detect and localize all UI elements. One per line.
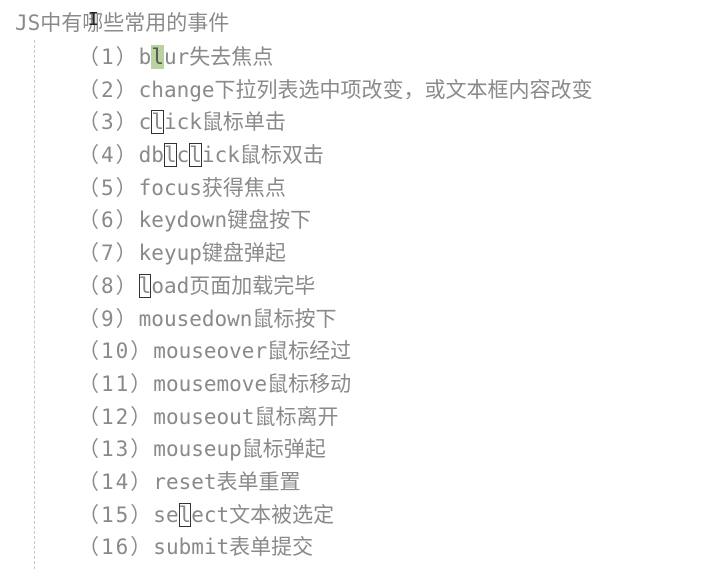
item-text: db (138, 143, 164, 168)
boxed-char: l (138, 273, 152, 298)
list-item: （9）mousedown鼠标按下 (78, 303, 593, 336)
list-item: （11）mousemove鼠标移动 (78, 368, 593, 401)
item-text: c (138, 110, 152, 135)
boxed-char: l (151, 110, 164, 135)
event-list: （1）blur失去焦点 （2）change下拉列表选中项改变，或文本框内容改变 （3… (78, 41, 593, 564)
item-text: ur失去焦点 (163, 45, 274, 69)
item-text: submit表单提交 (153, 535, 314, 560)
item-number: （16） (78, 535, 154, 560)
boxed-char: l (163, 143, 177, 168)
list-item: （15）select文本被选定 (78, 499, 593, 532)
item-number: （15） (78, 502, 154, 527)
item-text: keyup键盘弹起 (138, 241, 286, 266)
list-item: （4）dblclick鼠标双击 (78, 139, 593, 172)
item-text: ick鼠标双击 (201, 143, 324, 168)
list-item: （14）reset表单重置 (78, 466, 593, 499)
list-item: （10）mouseover鼠标经过 (78, 335, 593, 368)
item-number: （7） (78, 241, 139, 266)
list-item: （1）blur失去焦点 (78, 41, 593, 74)
list-item: （8）load页面加载完毕 (78, 270, 593, 303)
item-text: mousemove鼠标移动 (153, 371, 352, 396)
item-text: focus获得焦点 (138, 175, 286, 200)
item-number: （14） (78, 469, 154, 494)
list-item: （2）change下拉列表选中项改变，或文本框内容改变 (78, 74, 593, 107)
item-number: （11） (78, 371, 154, 396)
item-number: （2） (78, 77, 139, 102)
item-number: （5） (78, 175, 139, 200)
list-item: （6）keydown键盘按下 (78, 204, 593, 237)
item-number: （4） (78, 143, 139, 168)
item-text: change下拉列表选中项改变，或文本框内容改变 (138, 77, 593, 102)
document-title: JS中有哪些常用的事件 (15, 11, 230, 35)
list-item: （16）submit表单提交 (78, 531, 593, 564)
item-number: （10） (78, 339, 154, 364)
boxed-char: l (178, 502, 192, 527)
item-number: （3） (78, 110, 139, 135)
highlighted-text: l (151, 45, 164, 69)
text-cursor-icon: I (88, 9, 99, 30)
list-item: （3）click鼠标单击 (78, 106, 593, 139)
item-text: mouseover鼠标经过 (153, 339, 352, 364)
item-text: keydown键盘按下 (138, 208, 312, 233)
list-item: （5）focus获得焦点 (78, 172, 593, 205)
item-text: ect文本被选定 (191, 502, 335, 527)
item-number: （6） (78, 208, 139, 233)
item-number: （13） (78, 437, 154, 462)
item-text: mousedown鼠标按下 (138, 306, 337, 331)
item-text: b (138, 45, 152, 69)
boxed-char: l (189, 143, 202, 168)
item-text: oad页面加载完毕 (151, 273, 316, 298)
list-item: （7）keyup键盘弹起 (78, 237, 593, 270)
item-text: mouseup鼠标弹起 (153, 437, 326, 462)
item-text: c (176, 143, 190, 168)
item-text: reset表单重置 (153, 469, 301, 494)
item-number: （8） (78, 273, 139, 298)
item-text: se (153, 502, 179, 527)
list-item: （12）mouseout鼠标离开 (78, 401, 593, 434)
item-number: （1） (78, 45, 139, 69)
text-editor[interactable]: JS中有哪些常用的事件 I （1）blur失去焦点 （2）change下拉列表选中… (0, 0, 702, 569)
item-text: ick鼠标单击 (163, 110, 286, 135)
item-number: （9） (78, 306, 139, 331)
item-text: mouseout鼠标离开 (153, 404, 339, 429)
indent-guide (34, 40, 35, 569)
item-number: （12） (78, 404, 154, 429)
list-item: （13）mouseup鼠标弹起 (78, 433, 593, 466)
